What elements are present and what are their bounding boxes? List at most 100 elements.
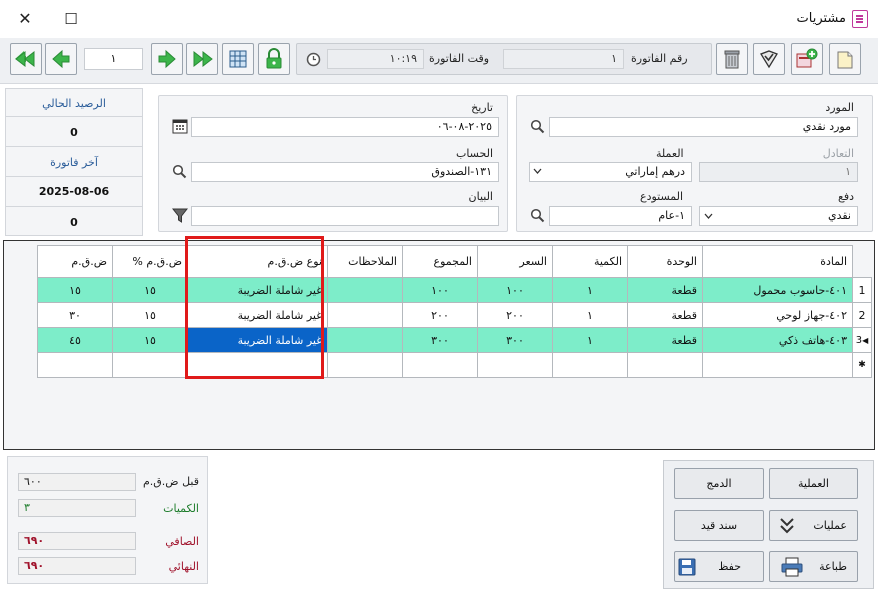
cell-vat-percent[interactable]: ١٥ xyxy=(112,302,188,328)
row-header[interactable]: 3◀ xyxy=(852,327,872,353)
cell-price[interactable]: ٣٠٠ xyxy=(477,327,553,353)
cell-notes[interactable] xyxy=(327,302,403,328)
cell-unit[interactable] xyxy=(627,352,703,378)
record-number-input[interactable]: ١ xyxy=(84,48,143,70)
last-record-button[interactable] xyxy=(186,43,218,75)
column-header-vat-type[interactable]: نوع ض.ق.م xyxy=(187,245,328,278)
column-header-vat-percent[interactable]: ض.ق.م % xyxy=(112,245,188,278)
cell-qty[interactable] xyxy=(552,352,628,378)
maximize-icon[interactable]: ☐ xyxy=(60,8,82,30)
table-row[interactable]: ٤٥ ١٥ غير شاملة الضريبة ٣٠٠ ٣٠٠ ١ قطعة ٤… xyxy=(37,327,872,353)
statement-label: البيان xyxy=(468,190,493,203)
supplier-field[interactable]: مورد نقدي xyxy=(549,117,858,137)
cell-item[interactable]: ٤٠٣-هاتف ذكي xyxy=(702,327,853,353)
column-header-item[interactable]: المادة xyxy=(702,245,853,278)
column-header-notes[interactable]: الملاحظات xyxy=(327,245,403,278)
items-table: ض.ق.م ض.ق.م % نوع ض.ق.م الملاحظات المجمو… xyxy=(37,245,872,378)
favorite-button[interactable] xyxy=(753,43,785,75)
printer-icon xyxy=(781,557,803,576)
cell-unit[interactable]: قطعة xyxy=(627,302,703,328)
cell-qty[interactable]: ١ xyxy=(552,302,628,328)
cell-item[interactable]: ٤٠١-حاسوب محمول xyxy=(702,277,853,303)
invoice-number-label: رقم الفاتورة xyxy=(631,52,688,65)
previous-record-button[interactable] xyxy=(45,43,77,75)
new-document-button[interactable] xyxy=(829,43,861,75)
cell-unit[interactable]: قطعة xyxy=(627,277,703,303)
last-invoice-date: 2025-08-06 xyxy=(38,185,110,198)
lock-button[interactable] xyxy=(258,43,290,75)
column-header-price[interactable]: السعر xyxy=(477,245,553,278)
cell-vat[interactable]: ٤٥ xyxy=(37,327,113,353)
row-header[interactable]: 2 xyxy=(852,302,872,328)
date-account-panel: تاريخ ٢٠٢٥-٠٨-٠٦ الحساب ١٣١-الصندوق البي… xyxy=(158,95,508,232)
operation-button[interactable]: العملية xyxy=(769,468,858,499)
cell-total[interactable]: ٢٠٠ xyxy=(402,302,478,328)
invoice-time-field[interactable]: ١٠:١٩ xyxy=(327,49,424,69)
cell-item[interactable] xyxy=(702,352,853,378)
cell-vat-type[interactable] xyxy=(187,352,328,378)
warehouse-field[interactable]: ١-عام xyxy=(549,206,692,226)
cell-vat-percent[interactable]: ١٥ xyxy=(112,277,188,303)
account-field[interactable]: ١٣١-الصندوق xyxy=(191,162,499,182)
items-grid-frame: ض.ق.م ض.ق.م % نوع ض.ق.م الملاحظات المجمو… xyxy=(3,240,875,450)
close-icon[interactable]: ✕ xyxy=(14,8,36,30)
currency-select[interactable]: درهم إماراتي xyxy=(529,162,692,182)
row-header[interactable]: 1 xyxy=(852,277,872,303)
cell-notes[interactable] xyxy=(327,327,403,353)
cell-vat-type-selected[interactable]: غير شاملة الضريبة xyxy=(187,327,328,353)
cell-price[interactable] xyxy=(477,352,553,378)
first-record-button[interactable] xyxy=(10,43,42,75)
grid-view-button[interactable] xyxy=(222,43,254,75)
cell-qty[interactable]: ١ xyxy=(552,277,628,303)
print-button[interactable]: طباعة xyxy=(769,551,858,582)
payment-label: دفع xyxy=(837,190,854,203)
invoice-number-field[interactable]: ١ xyxy=(503,49,624,69)
date-field[interactable]: ٢٠٢٥-٠٨-٠٦ xyxy=(191,117,499,137)
column-header-vat[interactable]: ض.ق.م xyxy=(37,245,113,278)
calendar-icon[interactable] xyxy=(172,118,188,134)
save-button[interactable]: حفظ xyxy=(674,551,764,582)
table-header-row: ض.ق.م ض.ق.م % نوع ض.ق.م الملاحظات المجمو… xyxy=(37,245,872,278)
before-vat-field: ٦٠٠ xyxy=(18,473,136,491)
column-header-unit[interactable]: الوحدة xyxy=(627,245,703,278)
cell-notes[interactable] xyxy=(327,277,403,303)
warehouse-search-icon[interactable] xyxy=(529,207,546,224)
cell-vat-type[interactable]: غير شاملة الضريبة xyxy=(187,277,328,303)
supplier-label: المورد xyxy=(825,101,854,114)
save-label: حفظ xyxy=(718,560,741,573)
cell-vat-type[interactable]: غير شاملة الضريبة xyxy=(187,302,328,328)
column-header-qty[interactable]: الكمية xyxy=(552,245,628,278)
toolbar: ١ ١٠:١٩ وقت الفاتورة ١ رقم الفاتورة xyxy=(0,38,878,84)
column-header-total[interactable]: المجموع xyxy=(402,245,478,278)
filter-icon[interactable] xyxy=(172,208,188,223)
cell-total[interactable] xyxy=(402,352,478,378)
next-record-button[interactable] xyxy=(151,43,183,75)
cell-vat-percent[interactable] xyxy=(112,352,188,378)
cell-total[interactable]: ١٠٠ xyxy=(402,277,478,303)
table-row[interactable]: ٣٠ ١٥ غير شاملة الضريبة ٢٠٠ ٢٠٠ ١ قطعة ٤… xyxy=(37,302,872,328)
add-new-button[interactable] xyxy=(791,43,823,75)
cell-unit[interactable]: قطعة xyxy=(627,327,703,353)
table-row-new[interactable]: ✱ xyxy=(37,352,872,378)
cell-vat[interactable]: ٣٠ xyxy=(37,302,113,328)
cell-vat[interactable] xyxy=(37,352,113,378)
cell-price[interactable]: ٢٠٠ xyxy=(477,302,553,328)
table-row[interactable]: ١٥ ١٥ غير شاملة الضريبة ١٠٠ ١٠٠ ١ قطعة ٤… xyxy=(37,277,872,303)
supplier-search-icon[interactable] xyxy=(529,118,546,135)
search-icon[interactable] xyxy=(171,163,188,180)
statement-field[interactable] xyxy=(191,206,499,226)
cell-total[interactable]: ٣٠٠ xyxy=(402,327,478,353)
journal-entry-button[interactable]: سند قيد xyxy=(674,510,764,541)
delete-button[interactable] xyxy=(716,43,748,75)
trash-icon xyxy=(724,50,740,69)
payment-select[interactable]: نقدي xyxy=(699,206,858,226)
cell-notes[interactable] xyxy=(327,352,403,378)
merge-button[interactable]: الدمج xyxy=(674,468,764,499)
cell-qty[interactable]: ١ xyxy=(552,327,628,353)
operations-button[interactable]: عمليات xyxy=(769,510,858,541)
cell-vat-percent[interactable]: ١٥ xyxy=(112,327,188,353)
cell-vat[interactable]: ١٥ xyxy=(37,277,113,303)
new-row-icon[interactable]: ✱ xyxy=(852,352,872,378)
cell-price[interactable]: ١٠٠ xyxy=(477,277,553,303)
cell-item[interactable]: ٤٠٢-جهاز لوحي xyxy=(702,302,853,328)
